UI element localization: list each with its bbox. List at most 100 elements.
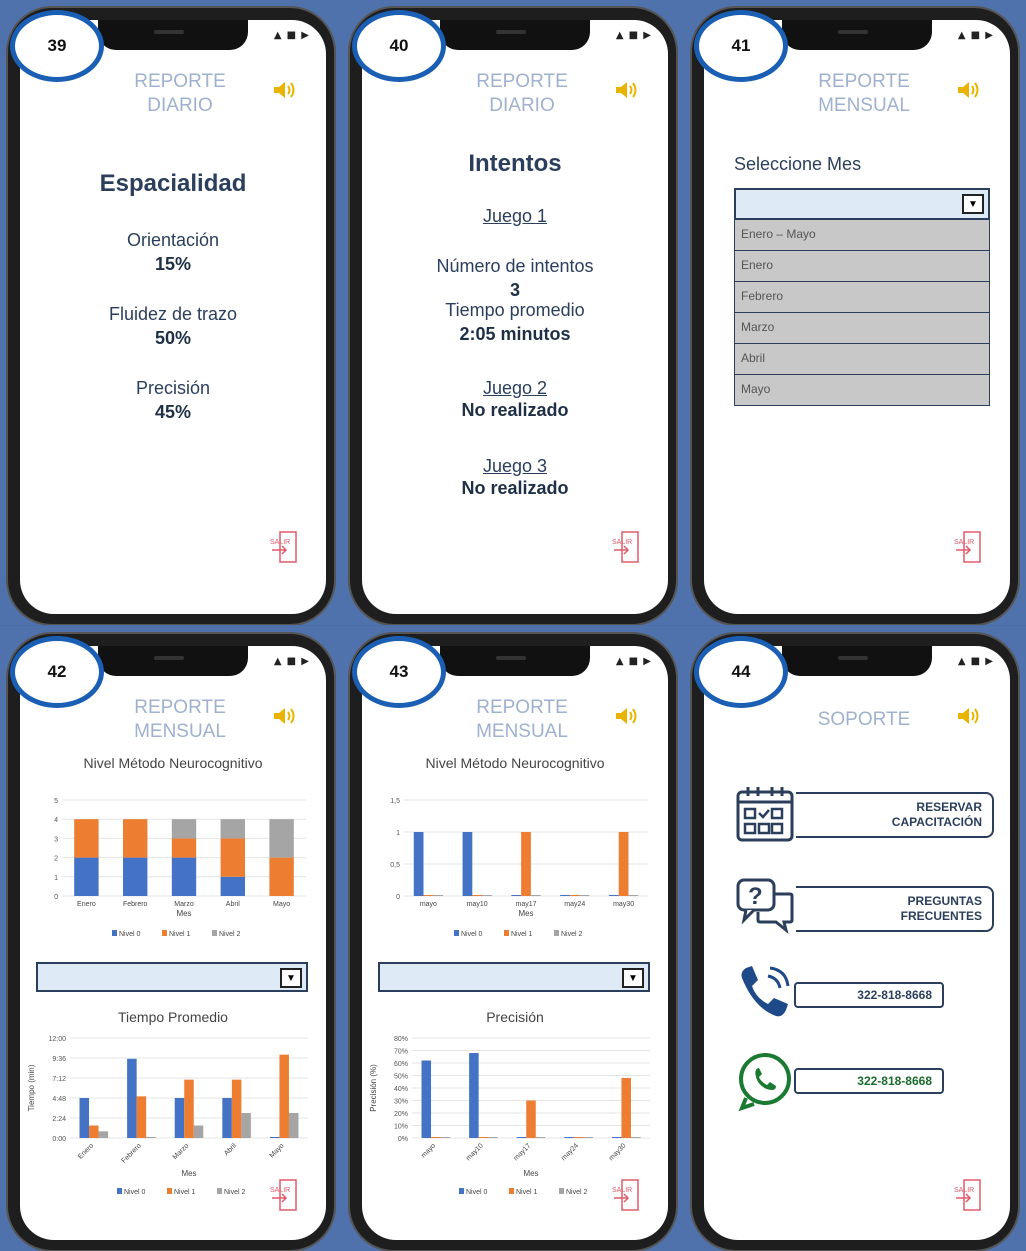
screen-title: REPORTE MENSUAL	[818, 71, 910, 116]
step-number: 43	[352, 636, 446, 708]
exit-icon[interactable]: SALIR	[610, 530, 642, 564]
x-tick-label: Mayo	[269, 1142, 286, 1159]
step-number: 40	[352, 10, 446, 82]
exit-icon[interactable]: SALIR	[952, 530, 984, 564]
status-icons: ▲ ■ ▶	[273, 30, 310, 41]
game3-link[interactable]: Juego 3	[362, 456, 668, 477]
legend-swatch	[554, 930, 559, 936]
panel-43: ▲ ■ ▶ REPORTE MENSUAL Nivel Método Neuro…	[342, 626, 684, 1251]
exit-icon[interactable]: SALIR	[268, 530, 300, 564]
phone-button[interactable]: 322-818-8668	[794, 982, 944, 1008]
bar	[193, 1125, 204, 1138]
bar-segment	[171, 838, 197, 858]
panel-42: ▲ ■ ▶ REPORTE MENSUAL Nivel Método Neuro…	[0, 626, 342, 1251]
x-tick-label: Enero	[77, 1142, 95, 1160]
chart-title: Nivel Método Neurocognitivo	[425, 755, 605, 771]
x-tick-label: may17	[513, 1142, 533, 1162]
x-tick-label: may24	[564, 901, 585, 908]
bar	[521, 832, 531, 896]
phone-frame: ▲ ■ ▶ REPORTE DIARIO Intentos Juego 1 Nú…	[348, 6, 678, 625]
game3-status: No realizado	[461, 478, 569, 498]
dropdown-field[interactable]: ▼	[734, 188, 990, 220]
level-chart: 0 0,5 1 1,5 mayo may10 may17 may24 may30 Mes Nivel…	[390, 798, 648, 938]
month-dropdown[interactable]: ▼	[378, 962, 650, 992]
storyboard-grid: ▲ ■ ▶ REPORTE DIARIO Espacialidad Orient…	[0, 0, 1026, 1251]
chart-title: Nivel Método Neurocognitivo	[83, 755, 263, 771]
section-heading: Intentos	[468, 150, 562, 177]
speaker-icon[interactable]	[272, 80, 298, 100]
speaker-icon[interactable]	[614, 706, 640, 726]
x-tick-label: may10	[465, 1142, 485, 1162]
whatsapp-icon	[738, 1053, 791, 1112]
legend-swatch	[212, 930, 217, 936]
bar	[535, 1137, 546, 1138]
dropdown-option[interactable]: Enero	[734, 251, 990, 282]
month-dropdown[interactable]: ▼	[36, 962, 308, 992]
y-tick-label: 0:00	[52, 1136, 66, 1143]
dropdown-option[interactable]: Marzo	[734, 313, 990, 344]
bar	[174, 1098, 185, 1138]
chevron-down-icon[interactable]: ▼	[280, 968, 302, 988]
whatsapp-button[interactable]: 322-818-8668	[794, 1068, 944, 1094]
notch	[782, 646, 932, 676]
y-tick-label: 9:36	[52, 1056, 66, 1063]
bar	[421, 1060, 432, 1138]
dropdown-option[interactable]: Enero – Mayo	[734, 220, 990, 251]
dropdown-option[interactable]: Mayo	[734, 375, 990, 406]
exit-icon[interactable]: SALIR	[952, 1178, 984, 1212]
bar	[478, 1137, 489, 1138]
y-tick-label: 0	[54, 894, 58, 901]
bar-segment	[123, 819, 148, 858]
bar-segment	[74, 819, 99, 858]
bar	[579, 895, 590, 896]
legend-label: Nivel 1	[169, 931, 191, 938]
bar-segment	[269, 857, 294, 896]
notch	[440, 646, 590, 676]
game1-link[interactable]: Juego 1	[362, 206, 668, 227]
faq-button[interactable]: PREGUNTAS FRECUENTES	[764, 886, 994, 932]
reserve-training-button[interactable]: RESERVAR CAPACITACIÓN	[764, 792, 994, 838]
game2-link[interactable]: Juego 2	[362, 378, 668, 399]
chevron-down-icon[interactable]: ▼	[622, 968, 644, 988]
speaker-icon[interactable]	[956, 706, 982, 726]
status-icons: ▲ ■ ▶	[615, 30, 652, 41]
precision-label: Precisión	[135, 378, 211, 398]
speaker-icon[interactable]	[614, 80, 640, 100]
legend-swatch	[167, 1188, 172, 1194]
notch	[782, 20, 932, 50]
bar-segment	[220, 876, 245, 896]
legend-label: Nivel 0	[466, 1189, 488, 1196]
legend-label: Nivel 0	[124, 1189, 146, 1196]
bar	[630, 1137, 641, 1138]
precision-chart: 0% 10% 20% 30% 40% 50% 60% 70% 80% Precisión (%) m…	[369, 1036, 650, 1196]
bar	[269, 1137, 280, 1138]
x-tick-label: may17	[515, 901, 536, 908]
speaker-icon[interactable]	[272, 706, 298, 726]
orientation-label: Orientación	[126, 230, 220, 250]
phone-frame: ▲ ■ ▶ REPORTE MENSUAL Seleccione Mes ▼ E…	[690, 6, 1020, 625]
bar	[127, 1058, 137, 1138]
legend-label: Nivel 2	[561, 931, 583, 938]
status-icons: ▲ ■ ▶	[957, 30, 994, 41]
screen-title: REPORTE MENSUAL	[476, 697, 568, 742]
dropdown-option[interactable]: Febrero	[734, 282, 990, 313]
x-tick-label: Marzo	[172, 1142, 191, 1161]
exit-icon[interactable]: SALIR	[268, 1178, 300, 1212]
bar	[222, 1098, 232, 1138]
y-axis-label: Tiempo (min)	[27, 1064, 36, 1111]
bar	[431, 1137, 441, 1138]
section-heading: Espacialidad	[99, 170, 247, 197]
panel-39: ▲ ■ ▶ REPORTE DIARIO Espacialidad Orient…	[0, 0, 342, 625]
bar	[279, 1054, 289, 1138]
fluency-label: Fluidez de trazo	[108, 304, 238, 324]
exit-icon[interactable]: SALIR	[610, 1178, 642, 1212]
month-dropdown[interactable]: ▼ Enero – Mayo Enero Febrero Marzo Abril…	[734, 188, 990, 406]
bar	[433, 895, 444, 896]
notch	[98, 20, 248, 50]
bar	[573, 1137, 584, 1138]
legend-label: Nivel 1	[174, 1189, 196, 1196]
speaker-icon[interactable]	[956, 80, 982, 100]
dropdown-option[interactable]: Abril	[734, 344, 990, 375]
whatsapp-number: 322-818-8668	[857, 1073, 932, 1088]
chevron-down-icon[interactable]: ▼	[962, 194, 984, 214]
